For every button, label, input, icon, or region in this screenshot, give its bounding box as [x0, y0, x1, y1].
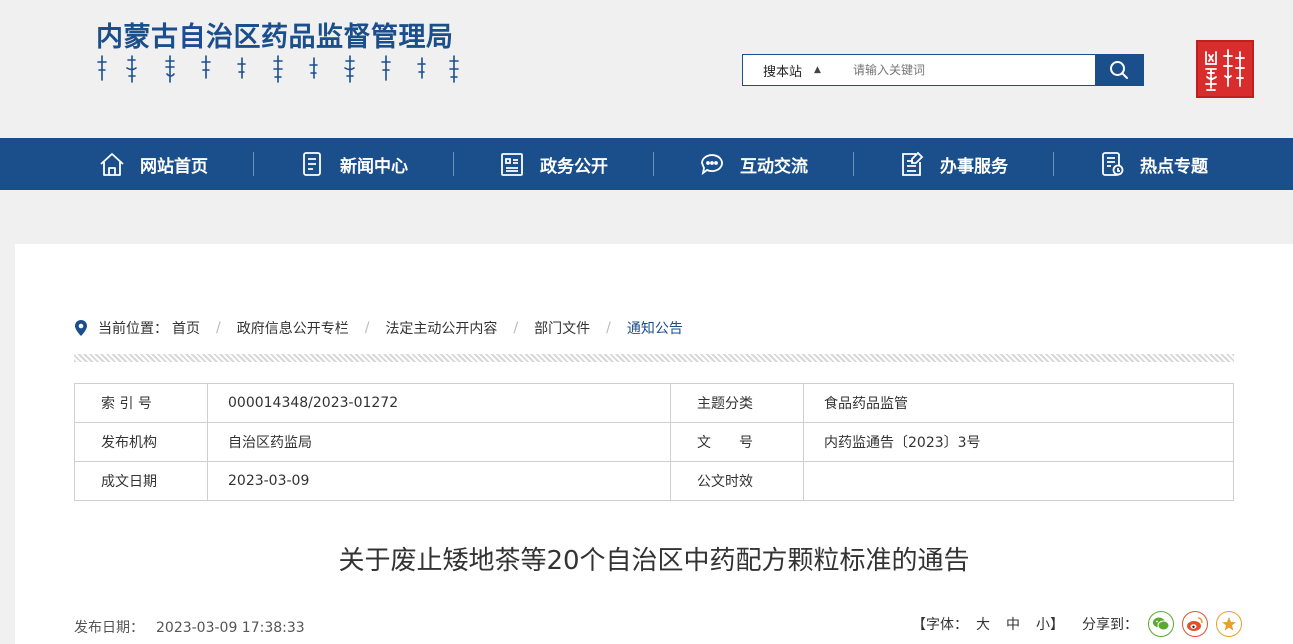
docno-value: 内药监通告〔2023〕3号: [803, 422, 1234, 462]
site-header: 内蒙古自治区药品监督管理局 搜本站 ▲: [0, 0, 1293, 138]
table-row: 发布机构 自治区药监局 文 号 内药监通告〔2023〕3号: [74, 422, 1234, 462]
breadcrumb-separator: /: [513, 320, 519, 336]
breadcrumb-separator: /: [606, 320, 611, 336]
breadcrumb-separator: /: [364, 320, 370, 336]
date-value: 2023-03-09: [207, 461, 671, 501]
nav-label-interaction: 互动交流: [740, 156, 808, 177]
home-icon: [100, 153, 124, 176]
nav-item-services[interactable]: 办事服务: [853, 138, 1053, 190]
org-label: 发布机构: [74, 422, 208, 462]
font-large-button[interactable]: 大: [976, 614, 990, 634]
category-label: 主题分类: [670, 383, 804, 423]
favorite-star-button[interactable]: [1216, 611, 1242, 637]
breadcrumb-gov-info[interactable]: 政府信息公开专栏: [237, 318, 349, 338]
validity-label: 公文时效: [670, 461, 804, 501]
mongolian-script-logo: [97, 55, 459, 83]
breadcrumb-prefix: 当前位置：: [98, 321, 168, 337]
nav-label-topics: 热点专题: [1140, 156, 1208, 177]
share-wechat-button[interactable]: [1148, 611, 1174, 637]
index-value: 000014348/2023-01272: [207, 383, 671, 423]
search-box: 搜本站 ▲: [742, 54, 1144, 86]
table-row: 成文日期 2023-03-09 公文时效: [74, 461, 1234, 501]
share-weibo-button[interactable]: [1182, 611, 1208, 637]
breadcrumb-statutory[interactable]: 法定主动公开内容: [385, 318, 497, 338]
table-row: 索 引 号 000014348/2023-01272 主题分类 食品药品监管: [74, 383, 1234, 423]
main-nav: 网站首页 新闻中心 政务公开 互动交流 办事服务 热点专题: [0, 138, 1293, 190]
org-value: 自治区药监局: [207, 422, 671, 462]
font-small-button[interactable]: 小】: [1036, 614, 1064, 634]
search-button[interactable]: [1095, 55, 1143, 85]
nav-item-topics[interactable]: 热点专题: [1053, 138, 1253, 190]
nav-label-services: 办事服务: [940, 156, 1008, 177]
breadcrumb-separator: /: [216, 320, 221, 336]
search-input[interactable]: [841, 55, 1095, 85]
caret-up-icon: ▲: [814, 65, 821, 75]
nav-label-gov-affairs: 政务公开: [540, 156, 608, 177]
wechat-icon: [1153, 617, 1170, 631]
index-label: 索 引 号: [74, 383, 208, 423]
validity-value: [803, 461, 1234, 501]
document-icon: [501, 153, 523, 176]
publish-info: 发布日期： 2023-03-09 17:38:33: [74, 617, 305, 637]
edit-icon: [902, 151, 924, 176]
nav-label-home: 网站首页: [140, 156, 208, 177]
search-scope-label: 搜本站: [763, 64, 803, 80]
font-size-label: 【字体：: [912, 617, 968, 633]
star-icon: [1222, 617, 1236, 631]
share-label: 分享到：: [1082, 617, 1138, 633]
breadcrumb-dept-docs[interactable]: 部门文件: [534, 318, 590, 338]
search-icon: [1110, 61, 1128, 79]
inner-mongolia-seal-logo: [1196, 40, 1254, 98]
breadcrumb-home[interactable]: 首页: [172, 318, 200, 338]
news-icon: [303, 152, 321, 176]
article-title: 关于废止矮地茶等20个自治区中药配方颗粒标准的通告: [338, 546, 970, 576]
site-title[interactable]: 内蒙古自治区药品监督管理局: [96, 15, 454, 54]
document-metadata-table: 索 引 号 000014348/2023-01272 主题分类 食品药品监管 发…: [74, 383, 1234, 501]
nav-item-home[interactable]: 网站首页: [53, 138, 253, 190]
nav-item-interaction[interactable]: 互动交流: [653, 138, 853, 190]
docno-label: 文 号: [670, 422, 804, 462]
publish-date: 2023-03-09 17:38:33: [156, 620, 305, 636]
nav-label-news: 新闻中心: [340, 156, 408, 177]
nav-item-news[interactable]: 新闻中心: [253, 138, 453, 190]
hatched-divider: [74, 354, 1234, 362]
publish-label: 发布日期：: [74, 620, 144, 636]
breadcrumb: 当前位置： 首页 / 政府信息公开专栏 / 法定主动公开内容 / 部门文件 / …: [74, 318, 683, 338]
category-value: 食品药品监管: [803, 383, 1234, 423]
weibo-icon: [1187, 617, 1203, 631]
article-tools: 【字体： 大 中 小】 分享到：: [912, 611, 1250, 637]
date-label: 成文日期: [74, 461, 208, 501]
search-scope-select[interactable]: 搜本站 ▲: [743, 55, 841, 85]
font-medium-button[interactable]: 中: [1006, 614, 1020, 634]
nav-item-gov-affairs[interactable]: 政务公开: [453, 138, 653, 190]
breadcrumb-notices[interactable]: 通知公告: [627, 318, 683, 338]
topic-icon: [1102, 152, 1124, 176]
chat-icon: [701, 154, 723, 176]
location-pin-icon: [75, 320, 87, 336]
